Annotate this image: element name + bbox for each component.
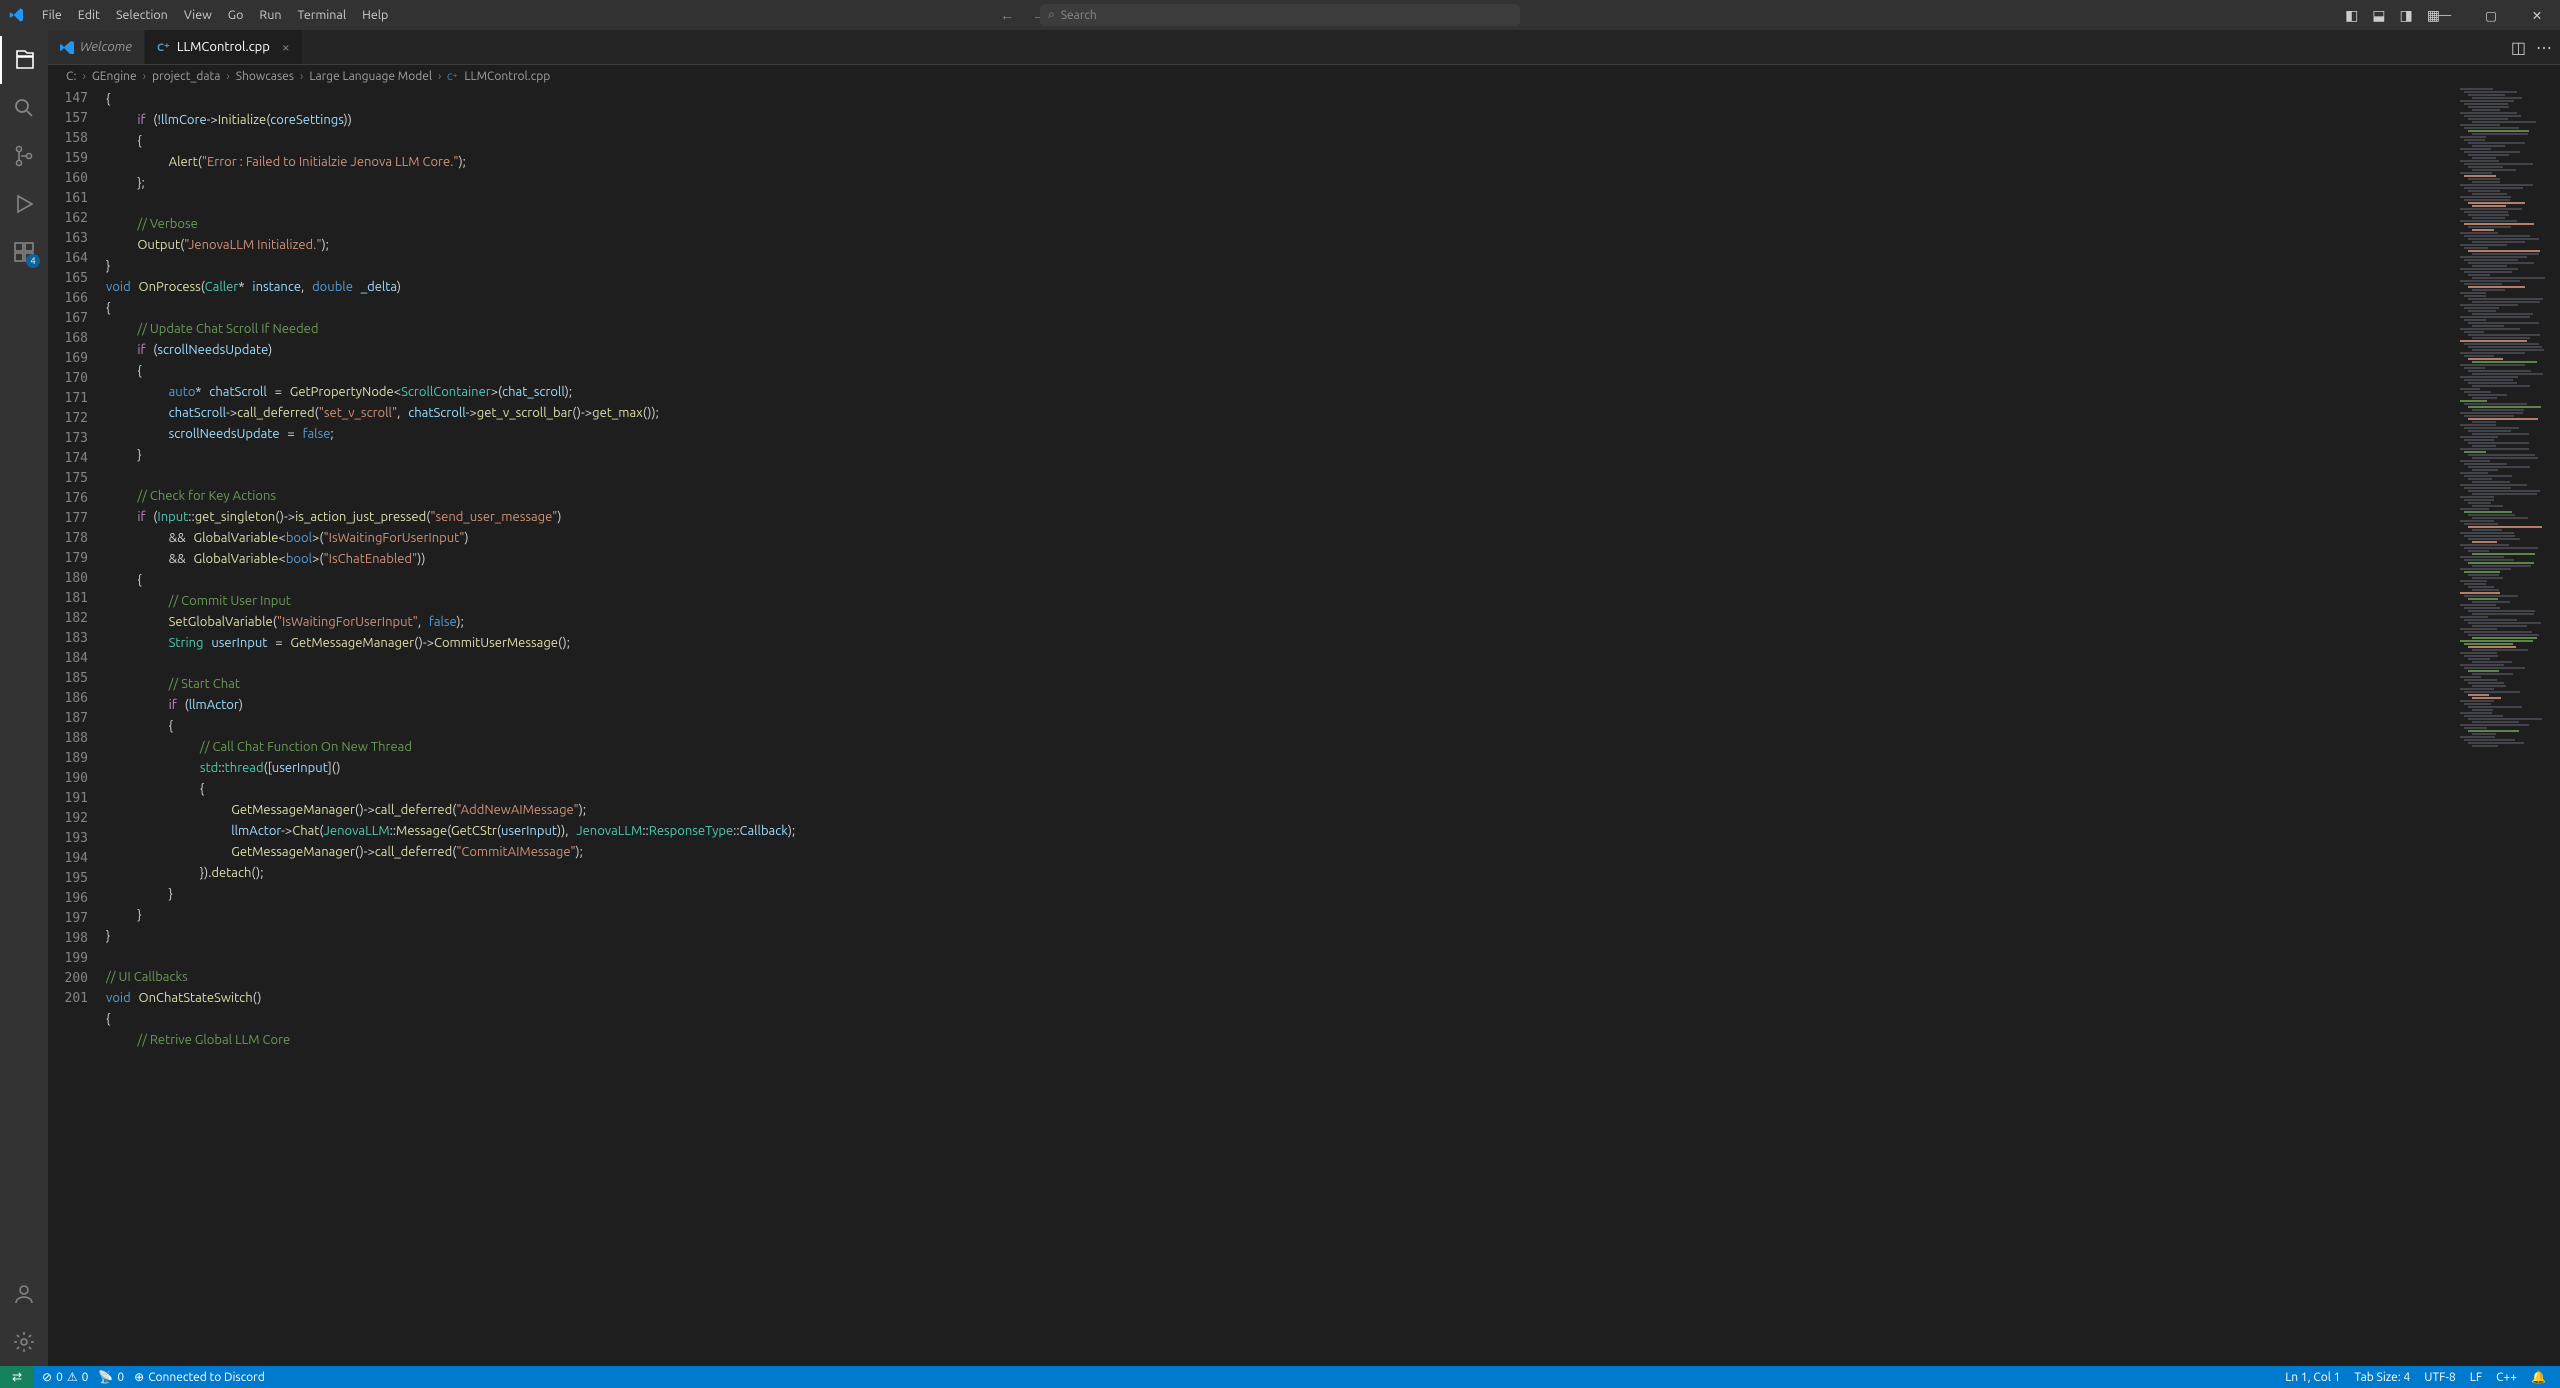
editor-area: WelcomeC⁺LLMControl.cpp× ◫ ⋯ C:›GEngine›…: [48, 30, 2560, 1366]
menu-view[interactable]: View: [176, 0, 220, 30]
status-encoding[interactable]: UTF-8: [2424, 1371, 2455, 1384]
remote-indicator[interactable]: ⇄: [0, 1366, 34, 1388]
split-editor-icon[interactable]: ◫: [2511, 38, 2526, 57]
minimize-button[interactable]: —: [2422, 0, 2468, 30]
discord-icon: ⊕: [134, 1370, 144, 1384]
status-bar: ⇄ ⊘0 ⚠0 📡0 ⊕Connected to Discord Ln 1, C…: [0, 1366, 2560, 1388]
search-placeholder: Search: [1061, 9, 1097, 22]
error-icon: ⊘: [42, 1370, 52, 1384]
breadcrumb-segment[interactable]: GEngine: [92, 70, 137, 83]
maximize-button[interactable]: ▢: [2468, 0, 2514, 30]
activity-explorer[interactable]: [0, 36, 48, 84]
code-content[interactable]: { if (!llmCore->Initialize(coreSettings)…: [106, 87, 2456, 1366]
discord-label: Connected to Discord: [148, 1371, 265, 1384]
window-controls: — ▢ ✕: [2422, 0, 2560, 30]
activity-accounts[interactable]: [0, 1270, 48, 1318]
toggle-secondary-sidebar-icon[interactable]: ◨: [2400, 7, 2413, 24]
svg-text:C⁺: C⁺: [447, 71, 458, 82]
activity-run-debug[interactable]: [0, 180, 48, 228]
breadcrumb-file[interactable]: C⁺LLMControl.cpp: [447, 70, 550, 83]
tab-llmcontrol-cpp[interactable]: C⁺ LLMControl.cpp ×: [145, 30, 303, 64]
activity-search[interactable]: [0, 84, 48, 132]
tab-label: Welcome: [80, 40, 132, 54]
menu-terminal[interactable]: Terminal: [289, 0, 354, 30]
ports-count: 0: [117, 1371, 124, 1384]
editor-actions: ◫ ⋯: [2511, 30, 2552, 65]
warning-count: 0: [82, 1371, 89, 1384]
toggle-panel-icon[interactable]: ⬓: [2372, 7, 2385, 24]
breadcrumb-segment[interactable]: Showcases: [236, 70, 294, 83]
menu-file[interactable]: File: [34, 0, 70, 30]
chevron-right-icon: ›: [226, 70, 229, 83]
breadcrumb-segment[interactable]: project_data: [152, 70, 220, 83]
svg-text:C⁺: C⁺: [157, 42, 170, 54]
warning-icon: ⚠: [67, 1370, 78, 1384]
activity-source-control[interactable]: [0, 132, 48, 180]
close-tab-icon[interactable]: ×: [282, 39, 290, 55]
menu-selection[interactable]: Selection: [108, 0, 176, 30]
vscode-icon: [60, 40, 74, 54]
error-count: 0: [56, 1371, 63, 1384]
activity-extensions[interactable]: 4: [0, 228, 48, 276]
menu-edit[interactable]: Edit: [70, 0, 108, 30]
search-icon: ⌕: [1048, 8, 1055, 22]
menu-bar: FileEditSelectionViewGoRunTerminalHelp: [34, 0, 396, 30]
bell-icon[interactable]: 🔔: [2531, 1370, 2546, 1384]
tab-bar: Welcome C⁺ LLMControl.cpp × ◫ ⋯: [48, 30, 2560, 65]
activity-bar: 4: [0, 30, 48, 1366]
breadcrumbs[interactable]: C: › GEngine › project_data › Showcases › Large …: [48, 65, 2560, 87]
code-editor[interactable]: 147 157 158 159 160 161 162 163 164 165 …: [48, 87, 2560, 1366]
nav-back-icon[interactable]: ←: [1000, 7, 1014, 23]
menu-run[interactable]: Run: [251, 0, 289, 30]
chevron-right-icon: ›: [438, 70, 441, 83]
status-problems[interactable]: ⊘ 0 ⚠ 0: [42, 1370, 88, 1384]
status-discord[interactable]: ⊕ Connected to Discord: [134, 1370, 265, 1384]
status-cursor-position[interactable]: Ln 1, Col 1: [2285, 1371, 2340, 1384]
vscode-logo-icon: [0, 7, 34, 23]
activity-settings[interactable]: [0, 1318, 48, 1366]
status-language-mode[interactable]: C++: [2496, 1371, 2517, 1384]
cpp-icon: C⁺: [157, 40, 171, 54]
breadcrumb-segment[interactable]: C:: [66, 70, 76, 83]
menu-help[interactable]: Help: [354, 0, 396, 30]
status-eol[interactable]: LF: [2470, 1371, 2482, 1384]
remote-icon: ⇄: [12, 1370, 22, 1384]
chevron-right-icon: ›: [143, 70, 146, 83]
line-number-gutter: 147 157 158 159 160 161 162 163 164 165 …: [48, 87, 106, 1366]
chevron-right-icon: ›: [82, 70, 85, 83]
more-actions-icon[interactable]: ⋯: [2536, 38, 2552, 57]
title-bar: FileEditSelectionViewGoRunTerminalHelp ←…: [0, 0, 2560, 30]
status-ports[interactable]: 📡0: [98, 1370, 124, 1384]
chevron-right-icon: ›: [300, 70, 303, 83]
ports-icon: 📡: [98, 1370, 113, 1384]
breadcrumb-segment[interactable]: Large Language Model: [309, 70, 432, 83]
badge: 4: [26, 254, 40, 268]
status-indentation[interactable]: Tab Size: 4: [2354, 1371, 2410, 1384]
menu-go[interactable]: Go: [220, 0, 252, 30]
tab-welcome[interactable]: Welcome: [48, 30, 145, 64]
toggle-sidebar-icon[interactable]: ◧: [2345, 7, 2358, 24]
tab-label: LLMControl.cpp: [177, 40, 270, 54]
minimap[interactable]: [2456, 87, 2546, 1366]
command-center[interactable]: ⌕ Search: [1040, 4, 1520, 26]
close-button[interactable]: ✕: [2514, 0, 2560, 30]
vertical-scrollbar[interactable]: [2546, 87, 2560, 1366]
